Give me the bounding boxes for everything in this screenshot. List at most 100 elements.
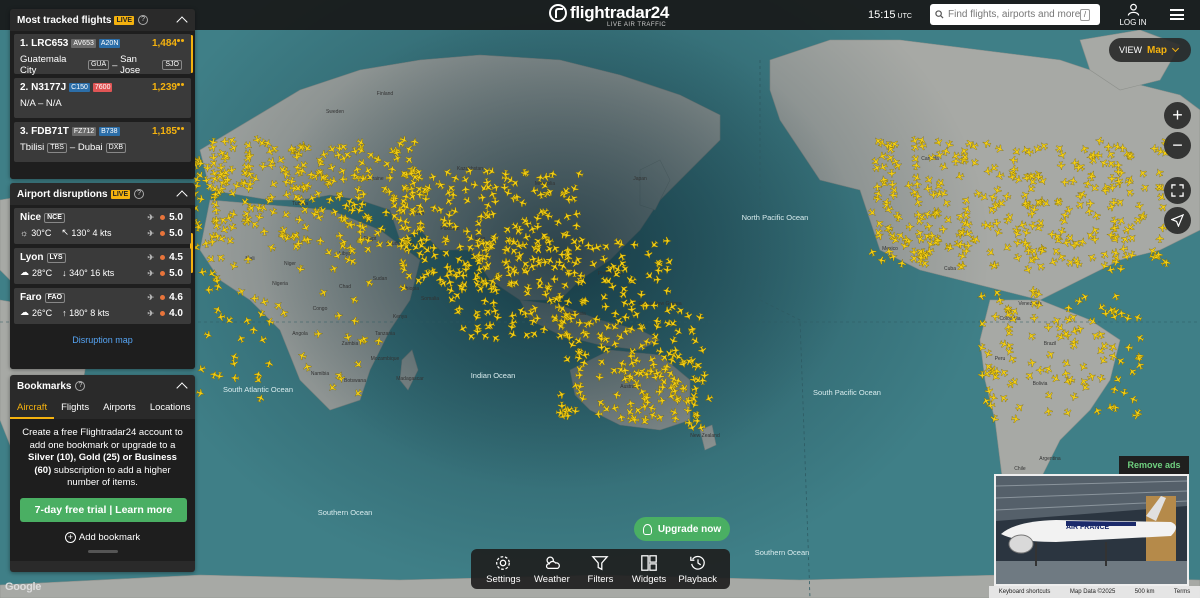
fullscreen-button[interactable] — [1164, 177, 1191, 204]
cloud-icon: ☁ — [20, 307, 29, 317]
bookmark-promo: Create a free Flightradar24 account to a… — [10, 419, 195, 561]
route-separator: – — [112, 59, 118, 71]
status-dot — [160, 255, 166, 260]
panel-grip[interactable] — [87, 550, 118, 553]
playback-icon — [689, 555, 705, 570]
place-label: Sweden — [326, 109, 344, 115]
origin-city: Guatemala City — [20, 54, 67, 76]
people-icon — [177, 39, 185, 46]
help-icon[interactable]: ? — [134, 189, 145, 199]
tab-locations[interactable]: Locations — [143, 397, 195, 419]
ad-image: AIR FRANCE — [996, 476, 1187, 584]
airport-row[interactable]: Nice NCE ☼ 30°C ↖ 130° 4 kts ✈ 5.0 ✈ 5.0 — [14, 208, 191, 244]
flight-number-tag: AV653 — [71, 39, 96, 48]
place-label: Niger — [284, 261, 296, 267]
airport-code: NCE — [44, 212, 65, 223]
people-icon — [177, 127, 185, 134]
destination-code: SJO — [162, 60, 182, 70]
place-label: Chad — [339, 284, 351, 290]
disruption-map-link[interactable]: Disruption map — [10, 328, 195, 351]
disruptions-header[interactable]: Airport disruptions LIVE ? — [10, 183, 195, 205]
locate-button[interactable] — [1164, 207, 1191, 234]
airport-name: Faro — [20, 292, 42, 303]
zoom-out-button[interactable]: − — [1164, 132, 1191, 159]
tracked-flight-row[interactable]: 1. LRC653 AV653 A20N 1,484 Guatemala City G… — [14, 34, 191, 76]
upgrade-now-button[interactable]: Upgrade now — [634, 517, 730, 541]
airport-code: FAO — [44, 292, 66, 303]
widgets-button[interactable]: Widgets — [626, 554, 672, 585]
help-icon[interactable]: ? — [75, 381, 86, 391]
weather-button[interactable]: Weather — [529, 554, 575, 585]
departure-index: 4.5 — [169, 252, 183, 263]
terms-link[interactable]: Terms — [1174, 589, 1190, 595]
arrival-index: 5.0 — [169, 268, 183, 279]
playback-label: Playback — [678, 573, 717, 585]
settings-label: Settings — [486, 573, 521, 585]
tracked-flight-row[interactable]: 2. N3177J C150 7600 1,239 N/A – N/A — [14, 78, 191, 118]
tab-airports[interactable]: Airports — [96, 397, 143, 419]
search-box[interactable]: / — [930, 4, 1100, 25]
label-south-atlantic: South Atlantic Ocean — [223, 385, 293, 394]
menu-icon[interactable] — [1170, 9, 1184, 20]
free-trial-button[interactable]: 7-day free trial | Learn more — [20, 497, 187, 522]
arrival-icon: ✈ — [147, 269, 155, 278]
map-data-credit: Map Data ©2025 — [1069, 589, 1116, 595]
wind: 180° 8 kts — [69, 307, 110, 318]
route-text: N/A – N/A — [20, 98, 62, 109]
label-southern-2: Southern Ocean — [755, 548, 810, 557]
airport-name: Nice — [20, 212, 42, 223]
bookmarks-header[interactable]: Bookmarks ? — [10, 375, 195, 397]
airport-row[interactable]: Faro FAO ☁ 26°C ↑ 180° 8 kts ✈ 4.6 ✈ 4.0 — [14, 288, 191, 324]
search-input[interactable] — [948, 9, 1080, 20]
remove-ads-button[interactable]: Remove ads — [1119, 456, 1189, 474]
airport-name: Lyon — [20, 252, 44, 263]
most-tracked-list: 1. LRC653 AV653 A20N 1,484 Guatemala City G… — [10, 31, 195, 179]
tracked-flight-row[interactable]: 3. FDB71T FZ712 B738 1,185 Tbilisi TBS – Dub… — [14, 122, 191, 162]
place-label: Sudan — [373, 276, 388, 282]
logo[interactable]: flightradar24 LIVE AIR TRAFFIC — [549, 3, 670, 28]
login-button[interactable]: LOG IN — [1119, 3, 1147, 27]
wind: 340° 16 kts — [69, 267, 115, 278]
collapse-chevron-icon[interactable] — [176, 382, 188, 394]
add-bookmark-button[interactable]: + Add bookmark — [20, 532, 185, 545]
view-selector[interactable]: VIEW Map — [1109, 38, 1191, 62]
help-icon[interactable]: ? — [138, 15, 149, 25]
label-indian-ocean: Indian Ocean — [471, 371, 516, 380]
airport-row[interactable]: Lyon LYS ☁ 28°C ↓ 340° 16 kts ✈ 4.5 ✈ 5.0 — [14, 248, 191, 284]
upgrade-label: Upgrade now — [657, 523, 722, 535]
place-label: Finland — [377, 91, 394, 97]
filters-button[interactable]: Filters — [577, 554, 623, 585]
place-label: Peru — [995, 356, 1006, 362]
advertisement[interactable]: AIR FRANCE — [994, 474, 1189, 586]
place-label: Kenya — [393, 314, 407, 320]
temperature: 26°C — [32, 307, 53, 318]
bottom-toolbar: Settings Weather Filters Widgets Playbac… — [471, 549, 730, 589]
ad-airline-text: AIR FRANCE — [1066, 524, 1109, 531]
zoom-in-button[interactable]: + — [1164, 102, 1191, 129]
keyboard-shortcuts-link[interactable]: Keyboard shortcuts — [999, 589, 1051, 595]
gear-icon — [496, 555, 511, 570]
live-badge: LIVE — [114, 15, 135, 25]
user-icon — [1127, 3, 1139, 16]
collapse-chevron-icon[interactable] — [176, 190, 188, 202]
logo-text: flightradar24 — [570, 3, 670, 22]
tab-flights[interactable]: Flights — [54, 397, 96, 419]
airport-disruptions-panel: Airport disruptions LIVE ? Nice NCE ☼ 30°C… — [10, 183, 195, 369]
sun-icon: ☼ — [20, 227, 29, 238]
playback-button[interactable]: Playback — [675, 554, 721, 585]
tab-aircraft[interactable]: Aircraft — [10, 397, 55, 419]
place-label: Mozambique — [371, 356, 400, 362]
collapse-chevron-icon[interactable] — [176, 16, 188, 28]
departure-icon: ✈ — [147, 253, 155, 262]
add-bookmark-label: Add bookmark — [78, 531, 141, 543]
label-southern-1: Southern Ocean — [318, 508, 373, 517]
promo-text-2: subscription to add a higher number of i… — [53, 464, 171, 489]
settings-button[interactable]: Settings — [480, 554, 526, 585]
arrival-icon: ✈ — [147, 229, 155, 238]
place-label: Chile — [1014, 466, 1026, 472]
weather-label: Weather — [534, 573, 570, 585]
place-label: Namibia — [311, 371, 330, 377]
most-tracked-header[interactable]: Most tracked flights LIVE ? — [10, 9, 195, 31]
wind-arrow-icon: ↖ — [61, 227, 69, 237]
map-attribution: Keyboard shortcuts Map Data ©2025 500 km… — [989, 586, 1200, 598]
